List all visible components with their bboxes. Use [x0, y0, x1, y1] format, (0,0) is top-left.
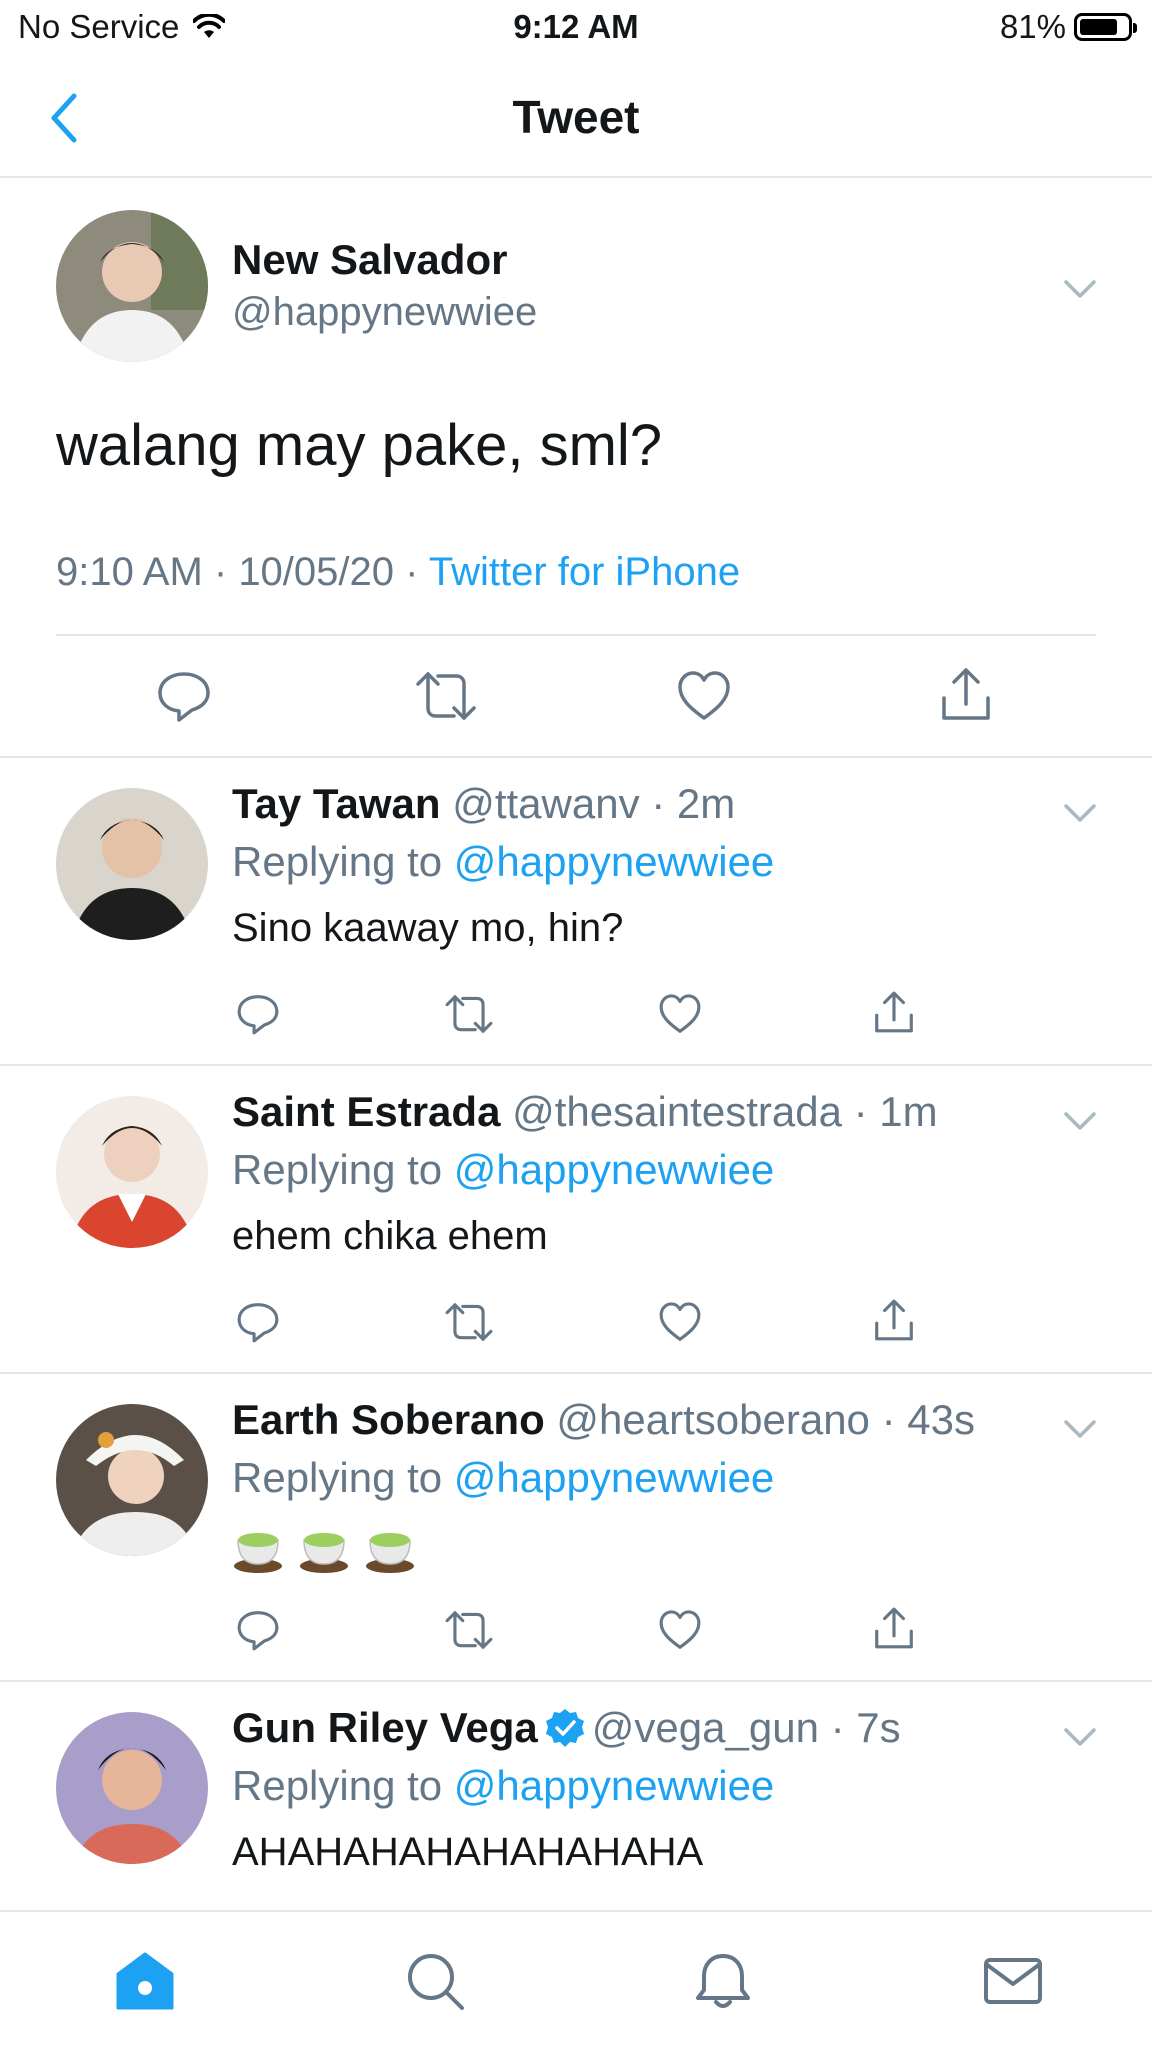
tweet-time: 9:10 AM [56, 550, 203, 594]
avatar[interactable] [56, 210, 208, 362]
mention-link[interactable]: @happynewwiee [454, 838, 775, 885]
reply-tweet[interactable]: Saint Estrada @thesaintestrada · 1m Repl… [0, 1066, 1152, 1374]
avatar[interactable] [56, 1404, 208, 1556]
retweet-icon[interactable] [414, 668, 478, 724]
avatar[interactable] [56, 1712, 208, 1864]
status-time: 9:12 AM [513, 8, 639, 45]
author-handle[interactable]: @happynewwiee [232, 290, 537, 335]
mention-link[interactable]: @happynewwiee [454, 1762, 775, 1809]
avatar-image [56, 1096, 208, 1248]
chevron-down-icon[interactable] [1060, 1106, 1100, 1136]
author-handle[interactable]: @ttawanv [452, 780, 639, 827]
share-icon[interactable] [938, 664, 994, 724]
reply-tweet[interactable]: Gun Riley Vega @vega_gun · 7s Replying t… [0, 1682, 1152, 1910]
replying-to: Replying to @happynewwiee [232, 1762, 775, 1809]
chevron-down-icon[interactable] [1060, 798, 1100, 828]
tea-cup-icon [234, 1533, 282, 1573]
battery-icon [1074, 13, 1137, 41]
reply-header: Tay Tawan @ttawanv · 2m [232, 780, 736, 827]
home-icon[interactable] [114, 1950, 176, 2012]
reply-header: Gun Riley Vega @vega_gun · 7s [232, 1704, 901, 1751]
reply-icon[interactable] [236, 1608, 280, 1652]
author-handle[interactable]: @vega_gun [592, 1704, 819, 1751]
verified-badge-icon [545, 1708, 584, 1747]
author-name[interactable]: New Salvador [232, 236, 507, 284]
author-handle[interactable]: @heartsoberano [556, 1396, 870, 1443]
tweet-metadata: 9:10 AM · 10/05/20 · Twitter for iPhone [56, 550, 741, 594]
search-icon[interactable] [404, 1950, 466, 2012]
main-tweet: New Salvador @happynewwiee walang may pa… [0, 178, 1152, 758]
reply-time: 1m [879, 1088, 938, 1135]
author-name[interactable]: Saint Estrada [232, 1088, 500, 1135]
navigation-bar: Tweet [0, 60, 1152, 178]
retweet-icon[interactable] [444, 1608, 494, 1652]
reply-text: AHAHAHAHAHAHAHAHA [232, 1830, 704, 1874]
mention-link[interactable]: @happynewwiee [454, 1146, 775, 1193]
battery-percent: 81% [999, 8, 1066, 45]
tweet-detail-screen: No Service 9:12 AM 81% Tweet New Salvado… [0, 0, 1152, 2048]
divider [56, 634, 1096, 636]
tea-cup-icon [366, 1533, 414, 1573]
author-handle[interactable]: @thesaintestrada [512, 1088, 842, 1135]
author-name[interactable]: Earth Soberano [232, 1396, 545, 1443]
avatar[interactable] [56, 1096, 208, 1248]
chevron-down-icon[interactable] [1060, 1722, 1100, 1752]
reply-text: Sino kaaway mo, hin? [232, 906, 624, 950]
avatar-image [56, 210, 208, 362]
reply-header: Saint Estrada @thesaintestrada · 1m [232, 1088, 938, 1135]
tweet-date: 10/05/20 [238, 550, 395, 594]
share-icon[interactable] [872, 988, 916, 1036]
status-bar: No Service 9:12 AM 81% [0, 0, 1152, 60]
tab-bar [0, 1910, 1152, 2048]
reply-icon[interactable] [236, 1300, 280, 1344]
tweet-text: walang may pake, sml? [56, 413, 663, 478]
reply-text: ehem chika ehem [232, 1214, 548, 1258]
mail-icon[interactable] [982, 1950, 1044, 2012]
replying-to: Replying to @happynewwiee [232, 838, 775, 885]
avatar[interactable] [56, 788, 208, 940]
page-title: Tweet [512, 91, 640, 143]
battery-level [1080, 19, 1117, 35]
retweet-icon[interactable] [444, 1300, 494, 1344]
mention-link[interactable]: @happynewwiee [454, 1454, 775, 1501]
replying-to: Replying to @happynewwiee [232, 1454, 775, 1501]
reply-time: 43s [907, 1396, 975, 1443]
heart-icon[interactable] [658, 992, 702, 1036]
retweet-icon[interactable] [444, 992, 494, 1036]
avatar-image [56, 788, 208, 940]
avatar-image [56, 1404, 208, 1556]
share-icon[interactable] [872, 1296, 916, 1344]
chevron-down-icon[interactable] [1060, 1414, 1100, 1444]
author-name[interactable]: Gun Riley Vega [232, 1704, 538, 1751]
reply-header: Earth Soberano @heartsoberano · 43s [232, 1396, 975, 1443]
bell-icon[interactable] [692, 1950, 754, 2012]
share-icon[interactable] [872, 1604, 916, 1652]
author-name[interactable]: Tay Tawan [232, 780, 441, 827]
reply-time: 7s [856, 1704, 901, 1751]
heart-icon[interactable] [676, 668, 732, 724]
heart-icon[interactable] [658, 1608, 702, 1652]
tweet-source-link[interactable]: Twitter for iPhone [429, 550, 740, 594]
reply-icon[interactable] [156, 668, 212, 724]
reply-time: 2m [676, 780, 736, 827]
reply-tweet[interactable]: Tay Tawan @ttawanv · 2m Replying to @hap… [0, 758, 1152, 1066]
reply-icon[interactable] [236, 992, 280, 1036]
chevron-down-icon[interactable] [1060, 274, 1100, 304]
heart-icon[interactable] [658, 1300, 702, 1344]
reply-text [232, 1522, 430, 1574]
tea-cup-icon [300, 1533, 348, 1573]
avatar-image [56, 1712, 208, 1864]
reply-tweet[interactable]: Earth Soberano @heartsoberano · 43s Repl… [0, 1374, 1152, 1682]
replying-to: Replying to @happynewwiee [232, 1146, 775, 1193]
